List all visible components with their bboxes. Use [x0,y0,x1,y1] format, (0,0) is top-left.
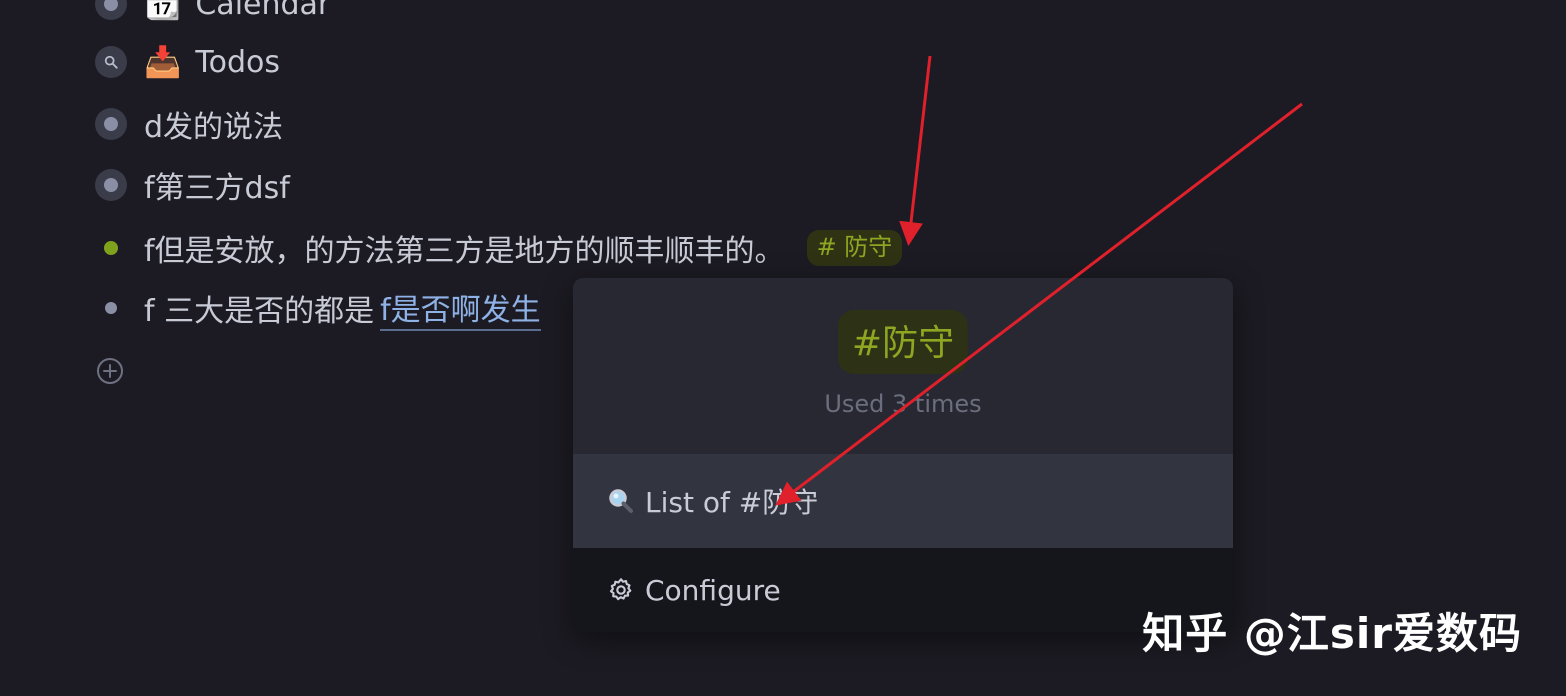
annotation-arrow-to-tag [899,55,932,246]
bullet-ring[interactable] [90,103,132,145]
popup-header: #防守 Used 3 times [573,278,1233,454]
outline-item-label: Calendar [195,0,331,22]
bullet-plain[interactable] [90,287,132,329]
gear-icon [609,578,632,601]
watermark: 知乎 @江sir爱数码 [1142,609,1522,658]
outline-item-label: f 三大是否的都是 [144,294,375,329]
outline-item-label: d发的说法 [144,110,284,145]
bullet-green[interactable] [90,227,132,269]
outline-item[interactable]: d发的说法 [90,96,283,152]
configure-button[interactable]: Configure [573,548,1233,632]
bullet-ring[interactable] [90,164,132,206]
tag-usage-count: Used 3 times [824,390,982,418]
outline-canvas: 📆 Calendar 📥 Todos d发的说法 f第三方dsf f但是安放，的… [0,0,1566,696]
outline-item-label: f但是安放，的方法第三方是地方的顺丰顺丰的。 [144,234,785,269]
outline-item-tagged[interactable]: f但是安放，的方法第三方是地方的顺丰顺丰的。 # 防守 [90,220,903,276]
search-icon [104,55,118,69]
tag-chip[interactable]: # 防守 [806,230,903,266]
tag-popup: #防守 Used 3 times List of #防守 Configure [573,278,1233,632]
outline-item-label: f第三方dsf [144,171,290,206]
calendar-icon: 📆 [144,0,182,22]
popup-tag-title: #防守 [837,310,969,374]
inbox-tray-icon: 📥 [144,44,182,80]
bullet-ring[interactable] [90,0,132,25]
outline-item-calendar[interactable]: 📆 Calendar [90,0,330,32]
outline-item[interactable]: f第三方dsf [90,157,290,213]
outline-item-linked[interactable]: f 三大是否的都是 f是否啊发生 [90,280,541,336]
bullet-search[interactable] [90,41,132,83]
configure-label: Configure [645,573,781,607]
plus-circle-icon[interactable] [96,357,124,385]
magnifier-icon [609,489,633,513]
page-link[interactable]: f是否啊发生 [380,285,541,331]
outline-item-todos[interactable]: 📥 Todos [90,34,280,90]
list-of-tag-button[interactable]: List of #防守 [573,454,1233,548]
outline-item-label: Todos [195,44,280,80]
list-of-tag-label: List of #防守 [645,486,819,519]
